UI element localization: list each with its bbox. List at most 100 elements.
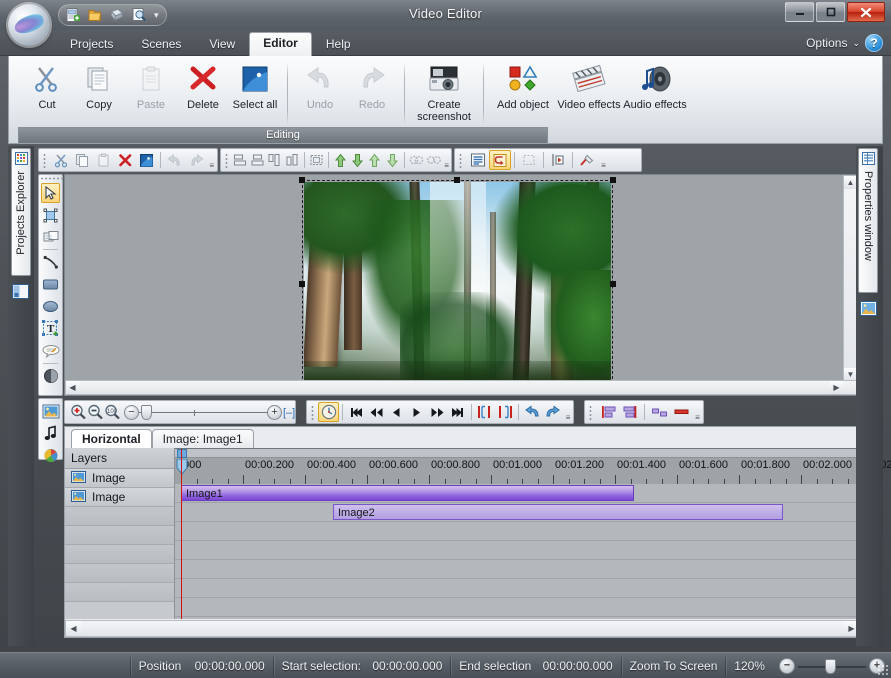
zoom-slider-minus[interactable]: − [124, 404, 139, 420]
close-button[interactable] [847, 2, 885, 22]
timeline-horizontal-scrollbar[interactable]: ◀ ▶ [65, 620, 860, 637]
go-end-button[interactable] [447, 402, 467, 422]
zoom-actual-icon[interactable]: 100 [104, 402, 121, 422]
zoom-slider[interactable]: − + [124, 404, 282, 420]
sidebar-item-properties-window[interactable]: Properties window [858, 148, 878, 293]
tab-image-image1[interactable]: Image: Image1 [151, 429, 254, 448]
quick-access-overflow-icon[interactable]: ▾ [151, 10, 162, 21]
view-toolbar-overflow[interactable]: ≡ [598, 150, 609, 170]
list-view-icon[interactable] [467, 150, 489, 170]
zoom-slider-thumb[interactable] [141, 404, 152, 420]
layer-row-empty[interactable] [65, 545, 174, 564]
playhead-top-handle[interactable] [177, 449, 187, 458]
align-clip-center-icon[interactable] [619, 402, 641, 422]
layer-row-empty[interactable] [65, 526, 174, 545]
chevron-down-icon[interactable]: ⌄ [852, 38, 860, 49]
sidebar-item-projects-explorer[interactable]: Projects Explorer [11, 148, 31, 276]
resize-grip[interactable] [877, 664, 889, 676]
clock-icon[interactable] [318, 402, 339, 422]
copy-icon[interactable] [72, 150, 93, 170]
select-arrow-tool[interactable] [41, 183, 60, 203]
scroll-left-arrow[interactable]: ◀ [66, 381, 79, 394]
options-button[interactable]: Options [806, 36, 847, 50]
align-distribute-icon[interactable] [283, 150, 300, 170]
track-row[interactable] [175, 579, 858, 598]
ribbon-create-screenshot-button[interactable]: Create screenshot [411, 58, 477, 123]
selection-handle-e[interactable] [610, 281, 616, 287]
loop-forward-icon[interactable] [543, 402, 563, 422]
maximize-button[interactable] [816, 2, 845, 22]
clipboard-toolbar-overflow[interactable]: ≡ [206, 150, 217, 170]
layer-row-empty[interactable] [65, 507, 174, 526]
timeline-playhead[interactable] [181, 484, 182, 619]
align-toolbar-overflow[interactable]: ≡ [442, 150, 451, 170]
layer-row[interactable]: Image [65, 469, 174, 488]
scissors-icon[interactable] [51, 150, 72, 170]
go-start-button[interactable] [346, 402, 366, 422]
timeline-scroll-left-arrow[interactable]: ◀ [66, 621, 81, 636]
toolbar-grip[interactable] [42, 152, 49, 168]
track-row[interactable] [175, 522, 858, 541]
zoom-slider-plus[interactable]: + [267, 404, 282, 420]
zoom-out-icon[interactable] [87, 402, 104, 422]
selection-handle-w[interactable] [299, 281, 305, 287]
transform-tool[interactable] [41, 205, 60, 225]
fit-to-window-icon[interactable]: [–] [282, 402, 299, 422]
tab-view[interactable]: View [195, 33, 249, 56]
status-zoom-slider[interactable]: − + [773, 657, 891, 674]
clear-icon[interactable] [576, 150, 598, 170]
arrange-up-icon[interactable] [332, 150, 349, 170]
arrange-front-icon[interactable] [366, 150, 383, 170]
step-back-button[interactable] [386, 402, 406, 422]
join-clip-icon[interactable] [670, 402, 692, 422]
effects-tool[interactable] [41, 445, 60, 465]
selection-handle-n[interactable] [454, 177, 460, 183]
selection-marquee[interactable] [302, 180, 613, 389]
loop-back-icon[interactable] [522, 402, 542, 422]
align-clip-left-icon[interactable] [597, 402, 619, 422]
toolbar-grip[interactable] [588, 404, 595, 420]
timeline-clip[interactable]: Image2 [333, 504, 783, 520]
snap-icon[interactable] [489, 150, 511, 170]
zoom-toolbar-overflow[interactable]: ≡ [299, 402, 304, 422]
transport-toolbar-overflow[interactable]: ≡ [563, 402, 573, 422]
layer-row-empty[interactable] [65, 583, 174, 602]
paste-icon[interactable] [93, 150, 114, 170]
ungroup-icon[interactable] [425, 150, 442, 170]
tab-horizontal[interactable]: Horizontal [71, 429, 152, 448]
callout-tool[interactable] [41, 341, 60, 361]
align-left-icon[interactable] [232, 150, 249, 170]
ribbon-undo-button[interactable]: Undo [294, 58, 346, 111]
playhead-handle[interactable] [176, 458, 188, 475]
align-right-icon[interactable] [266, 150, 283, 170]
audio-tool[interactable] [41, 423, 60, 443]
status-zoom-minus[interactable]: − [778, 657, 795, 674]
ribbon-copy-button[interactable]: Copy [73, 58, 125, 111]
new-project-icon[interactable] [63, 6, 83, 24]
track-row[interactable] [175, 598, 858, 617]
image-properties-icon[interactable] [860, 301, 877, 319]
track-row[interactable] [175, 560, 858, 579]
canvas-horizontal-scrollbar[interactable]: ◀ ▶ [65, 380, 860, 395]
selection-handle-nw[interactable] [299, 177, 305, 183]
ribbon-audio-effects-button[interactable]: Audio effects [622, 58, 688, 111]
zoom-slider-track[interactable] [139, 404, 267, 420]
zoom-in-icon[interactable] [70, 402, 87, 422]
ribbon-redo-button[interactable]: Redo [346, 58, 398, 111]
image-tool[interactable] [41, 401, 60, 421]
play-button[interactable] [407, 402, 427, 422]
save-icon[interactable] [107, 6, 127, 24]
fast-forward-button[interactable] [427, 402, 447, 422]
timeline-clip[interactable]: Image1 [181, 485, 634, 501]
fit-box-icon[interactable] [308, 150, 325, 170]
selection-handle-ne[interactable] [610, 177, 616, 183]
scroll-right-arrow[interactable]: ▶ [830, 381, 843, 394]
preview-icon[interactable] [129, 6, 149, 24]
ribbon-delete-button[interactable]: Delete [177, 58, 229, 111]
ellipse-tool[interactable] [41, 296, 60, 316]
split-clip-icon[interactable] [648, 402, 670, 422]
arrange-back-icon[interactable] [384, 150, 401, 170]
clip-toolbar-overflow[interactable]: ≡ [692, 402, 703, 422]
track-area[interactable]: Image1 Image2 [175, 484, 858, 619]
select-all-icon[interactable] [136, 150, 157, 170]
